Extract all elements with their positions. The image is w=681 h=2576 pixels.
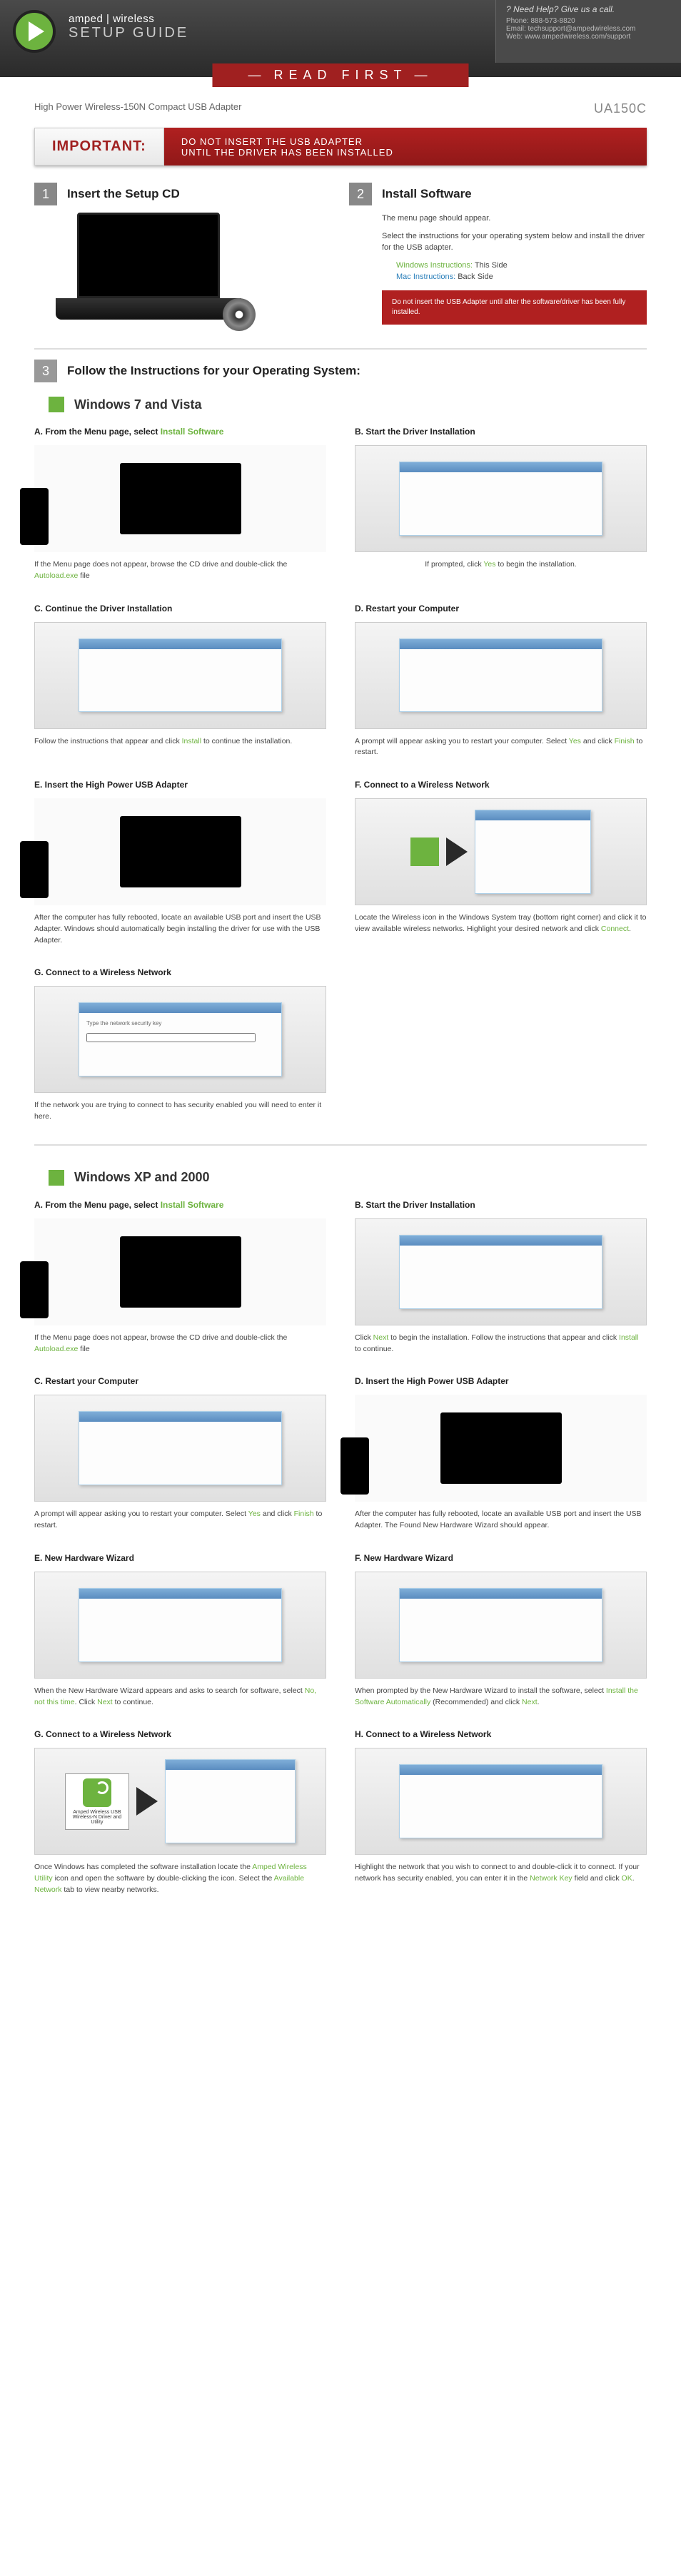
xp-card-g: G. Connect to a Wireless Network Amped W…: [34, 1729, 326, 1895]
step3-title: Follow the Instructions for your Operati…: [67, 364, 360, 378]
w7-e-title: E. Insert the High Power USB Adapter: [34, 780, 326, 790]
important-label: IMPORTANT:: [34, 128, 164, 166]
important-text: DO NOT INSERT THE USB ADAPTER UNTIL THE …: [164, 129, 410, 165]
step2-body: The menu page should appear. Select the …: [349, 213, 647, 325]
header: amped | wireless SETUP GUIDE ? Need Help…: [0, 0, 681, 77]
os-xp-header: Windows XP and 2000: [49, 1170, 647, 1186]
help-title: ? Need Help? Give us a call.: [506, 4, 671, 14]
important-bar: IMPORTANT: DO NOT INSERT THE USB ADAPTER…: [34, 128, 647, 166]
win-instructions-val: This Side: [473, 261, 508, 270]
w7-a-title: A. From the Menu page, select: [34, 427, 161, 437]
step2-p2: Select the instructions for your operati…: [382, 230, 647, 254]
help-phone: Phone: 888-573-8820: [506, 17, 671, 25]
wireless-icon: [410, 838, 439, 866]
utility-icon-box: Amped Wireless USB Wireless-N Driver and…: [65, 1773, 129, 1830]
red-warning: Do not insert the USB Adapter until afte…: [382, 290, 647, 325]
help-email: Email: techsupport@ampedwireless.com: [506, 25, 671, 33]
xp-b-title: B. Start the Driver Installation: [355, 1200, 647, 1210]
xp-h-image: [355, 1748, 647, 1855]
xp-a-image: [34, 1218, 326, 1325]
help-box: ? Need Help? Give us a call. Phone: 888-…: [495, 0, 681, 63]
w7-f-title: F. Connect to a Wireless Network: [355, 780, 647, 790]
xp-g-title: G. Connect to a Wireless Network: [34, 1729, 326, 1739]
w7-b-image: [355, 445, 647, 552]
utility-label: Amped Wireless USB Wireless-N Driver and…: [70, 1810, 124, 1825]
mac-instructions-label: Mac Instructions:: [396, 273, 455, 281]
step2-number: 2: [349, 183, 372, 205]
xp-a-title: A. From the Menu page, select: [34, 1200, 161, 1210]
mac-instructions-val: Back Side: [455, 273, 493, 281]
step1-title: Insert the Setup CD: [67, 187, 180, 201]
w7-card-d: D. Restart your Computer A prompt will a…: [355, 604, 647, 759]
w7-f-image: [355, 798, 647, 905]
help-web: Web: www.ampedwireless.com/support: [506, 33, 671, 41]
utility-icon: [83, 1778, 111, 1807]
w7-b-title: B. Start the Driver Installation: [355, 427, 647, 437]
cd-icon: [223, 298, 256, 331]
w7-card-a: A. From the Menu page, select Install So…: [34, 427, 326, 582]
read-first-banner: READ FIRST: [212, 63, 468, 87]
w7-c-image: [34, 622, 326, 729]
w7-g-image: Type the network security key: [34, 986, 326, 1093]
xp-card-h: H. Connect to a Wireless Network Highlig…: [355, 1729, 647, 1895]
important-line2: UNTIL THE DRIVER HAS BEEN INSTALLED: [181, 147, 393, 158]
w7-card-g: G. Connect to a Wireless Network Type th…: [34, 967, 326, 1123]
xp-f-title: F. New Hardware Wizard: [355, 1553, 647, 1563]
w7-d-image: [355, 622, 647, 729]
step1-number: 1: [34, 183, 57, 205]
xp-card-a: A. From the Menu page, select Install So…: [34, 1200, 326, 1355]
xp-card-f: F. New Hardware Wizard When prompted by …: [355, 1553, 647, 1709]
product-row: High Power Wireless-150N Compact USB Ada…: [34, 101, 647, 116]
win-instructions-label: Windows Instructions:: [396, 261, 473, 270]
xp-g-image: Amped Wireless USB Wireless-N Driver and…: [34, 1748, 326, 1855]
xp-card-b: B. Start the Driver Installation Click N…: [355, 1200, 647, 1355]
xp-a-action: Install Software: [161, 1200, 224, 1210]
step3-number: 3: [34, 360, 57, 382]
w7-e-image: [34, 798, 326, 905]
laptop-illustration: [49, 213, 248, 334]
os-win7-header: Windows 7 and Vista: [49, 397, 647, 412]
xp-d-title: D. Insert the High Power USB Adapter: [355, 1376, 647, 1386]
w7-g-desc: If the network you are trying to connect…: [34, 1100, 326, 1123]
xp-d-desc: After the computer has fully rebooted, l…: [355, 1509, 647, 1532]
xp-f-image: [355, 1572, 647, 1679]
xp-d-image: [355, 1395, 647, 1502]
xp-e-title: E. New Hardware Wizard: [34, 1553, 326, 1563]
w7-d-title: D. Restart your Computer: [355, 604, 647, 614]
w7-card-c: C. Continue the Driver Installation Foll…: [34, 604, 326, 759]
w7-card-b: B. Start the Driver Installation If prom…: [355, 427, 647, 582]
xp-card-e: E. New Hardware Wizard When the New Hard…: [34, 1553, 326, 1709]
important-line1: DO NOT INSERT THE USB ADAPTER: [181, 136, 393, 147]
w7-card-f: F. Connect to a Wireless Network Locate …: [355, 780, 647, 946]
step2-p1: The menu page should appear.: [382, 213, 647, 225]
step2-title: Install Software: [382, 187, 472, 201]
w7-a-action: Install Software: [161, 427, 224, 437]
product-model: UA150C: [594, 101, 647, 116]
arrow-right-icon: [446, 838, 468, 866]
xp-c-image: [34, 1395, 326, 1502]
xp-e-image: [34, 1572, 326, 1679]
w7-c-title: C. Continue the Driver Installation: [34, 604, 326, 614]
brand-subtitle: SETUP GUIDE: [69, 25, 495, 41]
xp-card-d: D. Insert the High Power USB Adapter Aft…: [355, 1376, 647, 1532]
product-name: High Power Wireless-150N Compact USB Ada…: [34, 101, 241, 116]
xp-b-image: [355, 1218, 647, 1325]
w7-g-title: G. Connect to a Wireless Network: [34, 967, 326, 977]
xp-h-title: H. Connect to a Wireless Network: [355, 1729, 647, 1739]
xp-c-title: C. Restart your Computer: [34, 1376, 326, 1386]
brand-name: amped | wireless: [69, 13, 495, 25]
w7-a-image: [34, 445, 326, 552]
xp-card-c: C. Restart your Computer A prompt will a…: [34, 1376, 326, 1532]
arrow-right-icon: [136, 1787, 158, 1816]
w7-e-desc: After the computer has fully rebooted, l…: [34, 912, 326, 946]
play-icon: [13, 10, 56, 53]
brand: amped | wireless SETUP GUIDE: [69, 13, 495, 63]
w7-card-e: E. Insert the High Power USB Adapter Aft…: [34, 780, 326, 946]
